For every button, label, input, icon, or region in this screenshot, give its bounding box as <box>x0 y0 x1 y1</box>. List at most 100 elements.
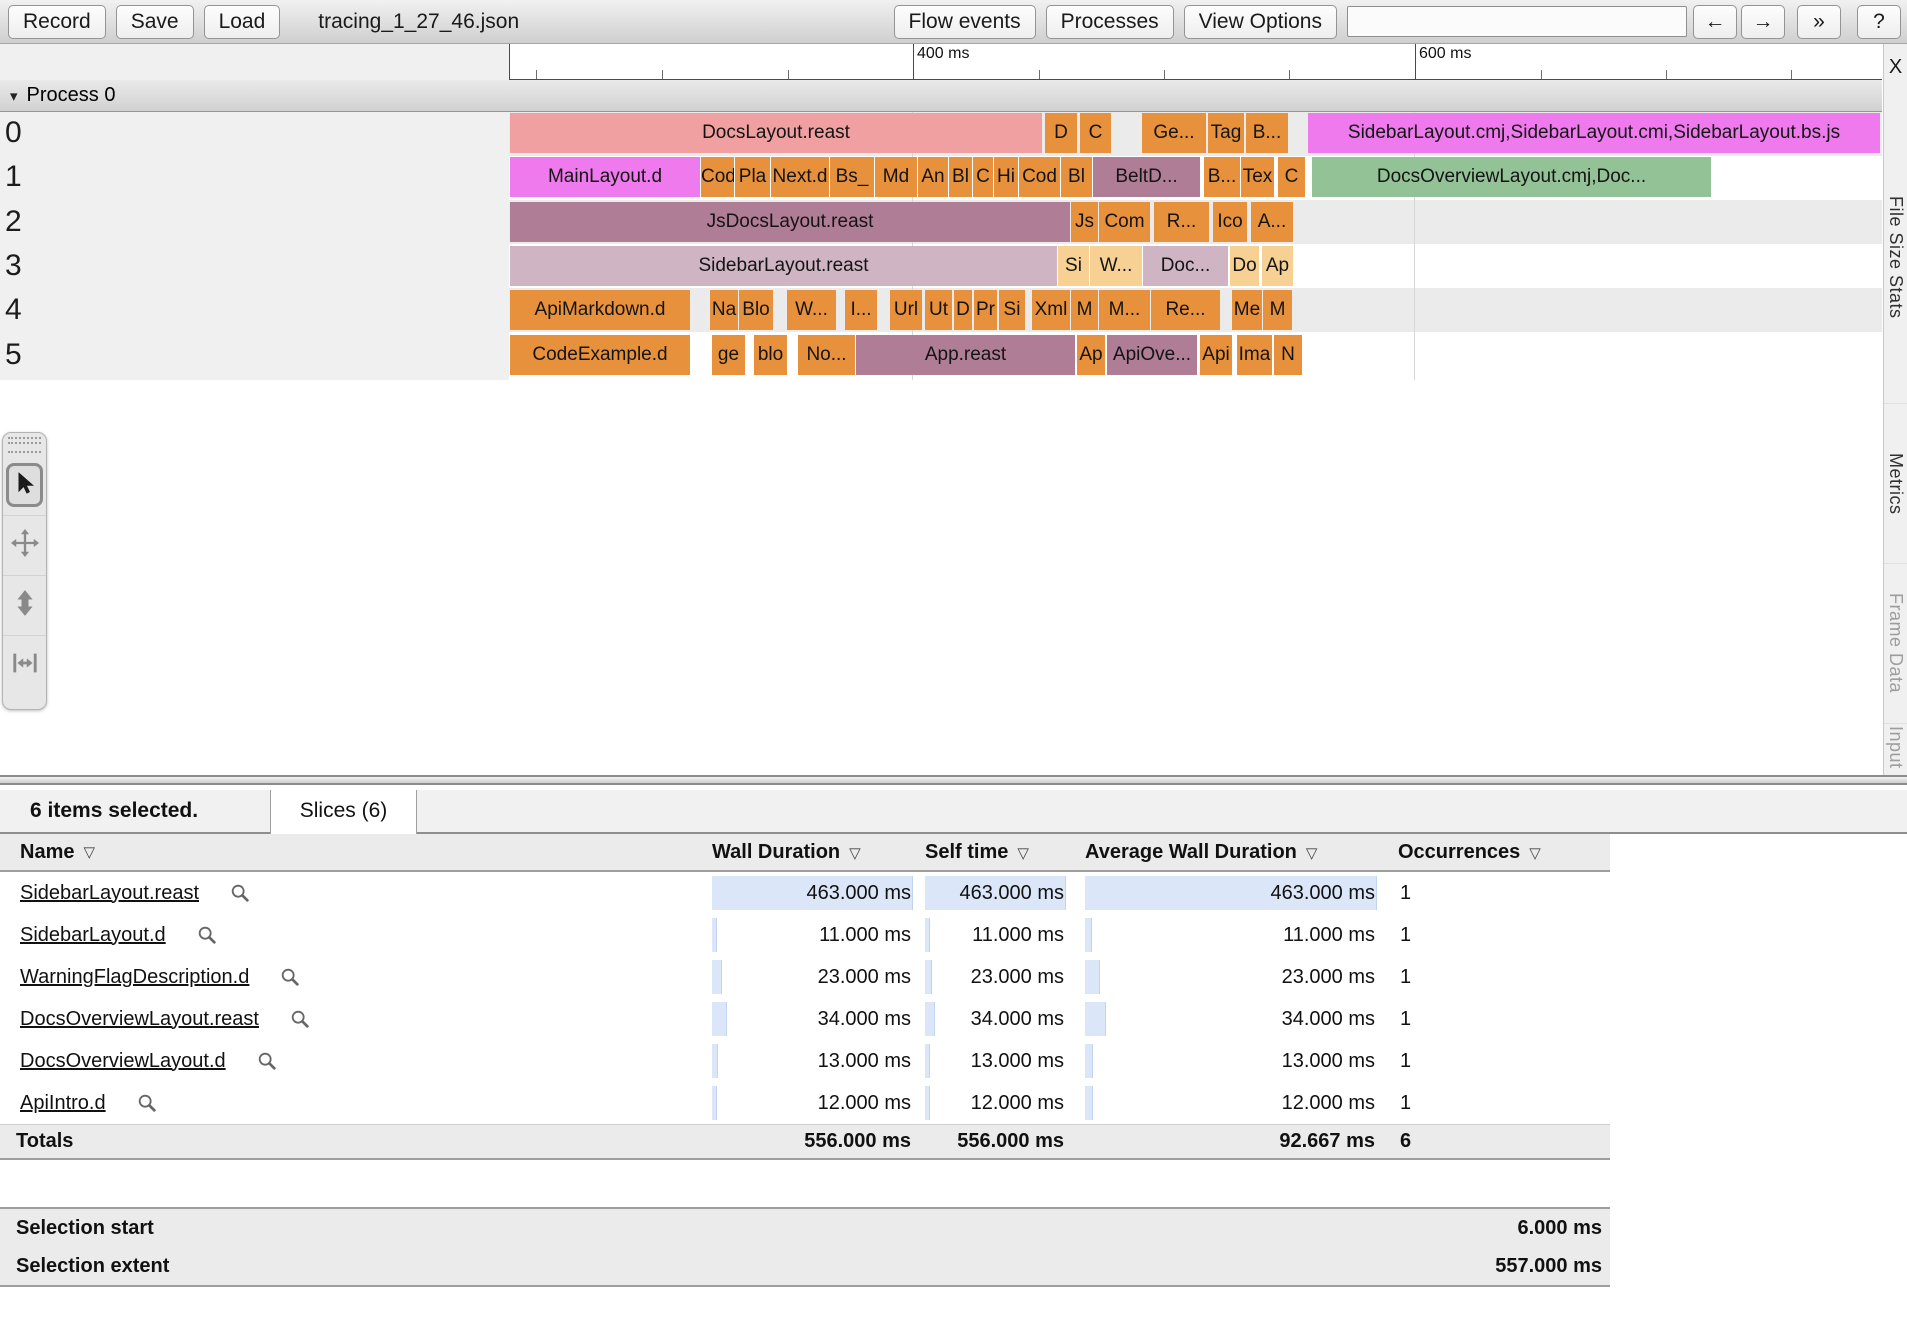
trace-slice[interactable]: D <box>954 290 972 330</box>
trace-slice[interactable]: Si <box>1058 246 1089 286</box>
find-next-button[interactable]: → <box>1741 4 1785 39</box>
trace-slice[interactable]: Md <box>875 157 917 197</box>
find-previous-button[interactable]: ← <box>1693 4 1737 39</box>
trace-slice[interactable]: Si <box>999 290 1025 330</box>
trace-slice[interactable]: Cod <box>701 157 734 197</box>
tab-slices[interactable]: Slices (6) <box>270 790 417 834</box>
trace-slice[interactable]: Next.d <box>771 157 829 197</box>
trace-slice[interactable]: Na <box>710 290 738 330</box>
trace-slice[interactable]: Cod <box>1019 157 1060 197</box>
slice-name-link[interactable]: ApiIntro.d <box>20 1092 106 1115</box>
trace-slice[interactable]: CodeExample.d <box>510 335 690 375</box>
trace-slice[interactable]: blo <box>754 335 787 375</box>
magnifier-icon[interactable] <box>229 882 251 904</box>
trace-slice[interactable]: B... <box>1246 113 1288 153</box>
side-tab-file-size-stats[interactable]: File Size Stats <box>1884 112 1907 403</box>
trace-slice[interactable]: D <box>1045 113 1077 153</box>
expand-button[interactable]: » <box>1797 4 1841 39</box>
trace-slice[interactable]: SidebarLayout.reast <box>510 246 1057 286</box>
view-options-button[interactable]: View Options <box>1183 4 1337 39</box>
load-button[interactable]: Load <box>203 4 281 39</box>
trace-slice[interactable]: W... <box>1090 246 1142 286</box>
trace-slice[interactable]: An <box>918 157 948 197</box>
trace-slice[interactable]: SidebarLayout.cmj,SidebarLayout.cmi,Side… <box>1308 113 1880 153</box>
trace-slice[interactable]: I... <box>845 290 877 330</box>
trace-slice[interactable]: Me <box>1232 290 1262 330</box>
sort-triangle-icon[interactable]: ▽ <box>83 843 95 861</box>
palette-drag-handle[interactable] <box>8 437 41 453</box>
column-header-occurrences[interactable]: Occurrences ▽ <box>1398 841 1578 864</box>
trace-slice[interactable]: No... <box>798 335 855 375</box>
trace-slice[interactable]: Api <box>1200 335 1232 375</box>
trace-slice[interactable]: W... <box>787 290 836 330</box>
trace-slice[interactable]: C <box>973 157 993 197</box>
pan-tool-button[interactable] <box>3 515 46 575</box>
slice-name-link[interactable]: DocsOverviewLayout.d <box>20 1050 226 1073</box>
magnifier-icon[interactable] <box>279 966 301 988</box>
close-process-button[interactable]: X <box>1884 44 1907 90</box>
trace-slice[interactable]: Bl <box>949 157 972 197</box>
trace-slice[interactable]: DocsOverviewLayout.cmj,Doc... <box>1312 157 1711 197</box>
slice-name-link[interactable]: SidebarLayout.d <box>20 924 166 947</box>
slice-name-link[interactable]: DocsOverviewLayout.reast <box>20 1008 259 1031</box>
trace-slice[interactable]: Do <box>1230 246 1259 286</box>
trace-slice[interactable]: M... <box>1099 290 1150 330</box>
trace-slice[interactable]: M <box>1263 290 1292 330</box>
trace-slice[interactable]: BeltD... <box>1093 157 1200 197</box>
trace-slice[interactable]: M <box>1071 290 1098 330</box>
flow-events-button[interactable]: Flow events <box>893 4 1036 39</box>
column-header-name[interactable]: Name ▽ <box>0 841 712 864</box>
trace-slice[interactable]: C <box>1278 157 1305 197</box>
trace-slice[interactable]: Re... <box>1151 290 1220 330</box>
collapse-triangle-icon[interactable]: ▾ <box>10 87 18 105</box>
slice-name-link[interactable]: SidebarLayout.reast <box>20 882 199 905</box>
save-button[interactable]: Save <box>115 4 194 39</box>
trace-slice[interactable]: Blo <box>739 290 773 330</box>
selection-tool-button[interactable] <box>3 455 46 515</box>
trace-slice[interactable]: ApiMarkdown.d <box>510 290 690 330</box>
trace-slice[interactable]: DocsLayout.reast <box>510 113 1042 153</box>
trace-slice[interactable]: Tex <box>1241 157 1274 197</box>
help-button[interactable]: ? <box>1857 4 1901 39</box>
trace-slice[interactable]: App.reast <box>856 335 1075 375</box>
trace-slice[interactable]: Ap <box>1077 335 1105 375</box>
trace-slice[interactable]: R... <box>1154 202 1209 242</box>
slice-name-link[interactable]: WarningFlagDescription.d <box>20 966 249 989</box>
side-tab-frame-data[interactable]: Frame Data <box>1884 563 1907 723</box>
trace-slice[interactable]: ApiOve... <box>1107 335 1197 375</box>
search-input[interactable] <box>1347 6 1687 37</box>
trace-slice[interactable]: JsDocsLayout.reast <box>510 202 1070 242</box>
panel-splitter[interactable] <box>0 775 1907 785</box>
trace-slice[interactable]: Tag <box>1208 113 1244 153</box>
trace-slice[interactable]: Hi <box>994 157 1018 197</box>
process-header[interactable]: ▾ Process 0 <box>0 80 1882 112</box>
processes-button[interactable]: Processes <box>1045 4 1174 39</box>
trace-slice[interactable]: Ge... <box>1142 113 1206 153</box>
trace-slice[interactable]: N <box>1274 335 1302 375</box>
trace-slice[interactable]: Doc... <box>1143 246 1228 286</box>
timing-tool-button[interactable] <box>3 635 46 695</box>
side-tab-input-latency[interactable]: Input Latency <box>1884 723 1907 775</box>
trace-slice[interactable]: Bs_ <box>830 157 874 197</box>
trace-slice[interactable]: C <box>1080 113 1111 153</box>
sort-triangle-icon[interactable]: ▽ <box>1017 845 1029 862</box>
trace-slice[interactable]: Pr <box>974 290 997 330</box>
magnifier-icon[interactable] <box>196 924 218 946</box>
magnifier-icon[interactable] <box>289 1008 311 1030</box>
zoom-tool-button[interactable] <box>3 575 46 635</box>
trace-slice[interactable]: Pla <box>735 157 770 197</box>
trace-slice[interactable]: Ima <box>1237 335 1272 375</box>
magnifier-icon[interactable] <box>256 1050 278 1072</box>
trace-slice[interactable]: MainLayout.d <box>510 157 700 197</box>
trace-slice[interactable]: Ap <box>1262 246 1293 286</box>
trace-slice[interactable]: Url <box>890 290 922 330</box>
trace-slice[interactable]: Ico <box>1213 202 1247 242</box>
trace-slice[interactable]: Xml <box>1032 290 1070 330</box>
column-header-average-wall-duration[interactable]: Average Wall Duration ▽ <box>1085 841 1377 864</box>
sort-triangle-icon[interactable]: ▽ <box>1306 845 1318 862</box>
sort-triangle-icon[interactable]: ▽ <box>1529 845 1541 862</box>
trace-slice[interactable]: ge <box>712 335 745 375</box>
timeline-ruler-scale[interactable]: 400 ms 600 ms <box>509 44 1882 80</box>
trace-slice[interactable]: A... <box>1251 202 1293 242</box>
sort-triangle-icon[interactable]: ▽ <box>849 845 861 862</box>
